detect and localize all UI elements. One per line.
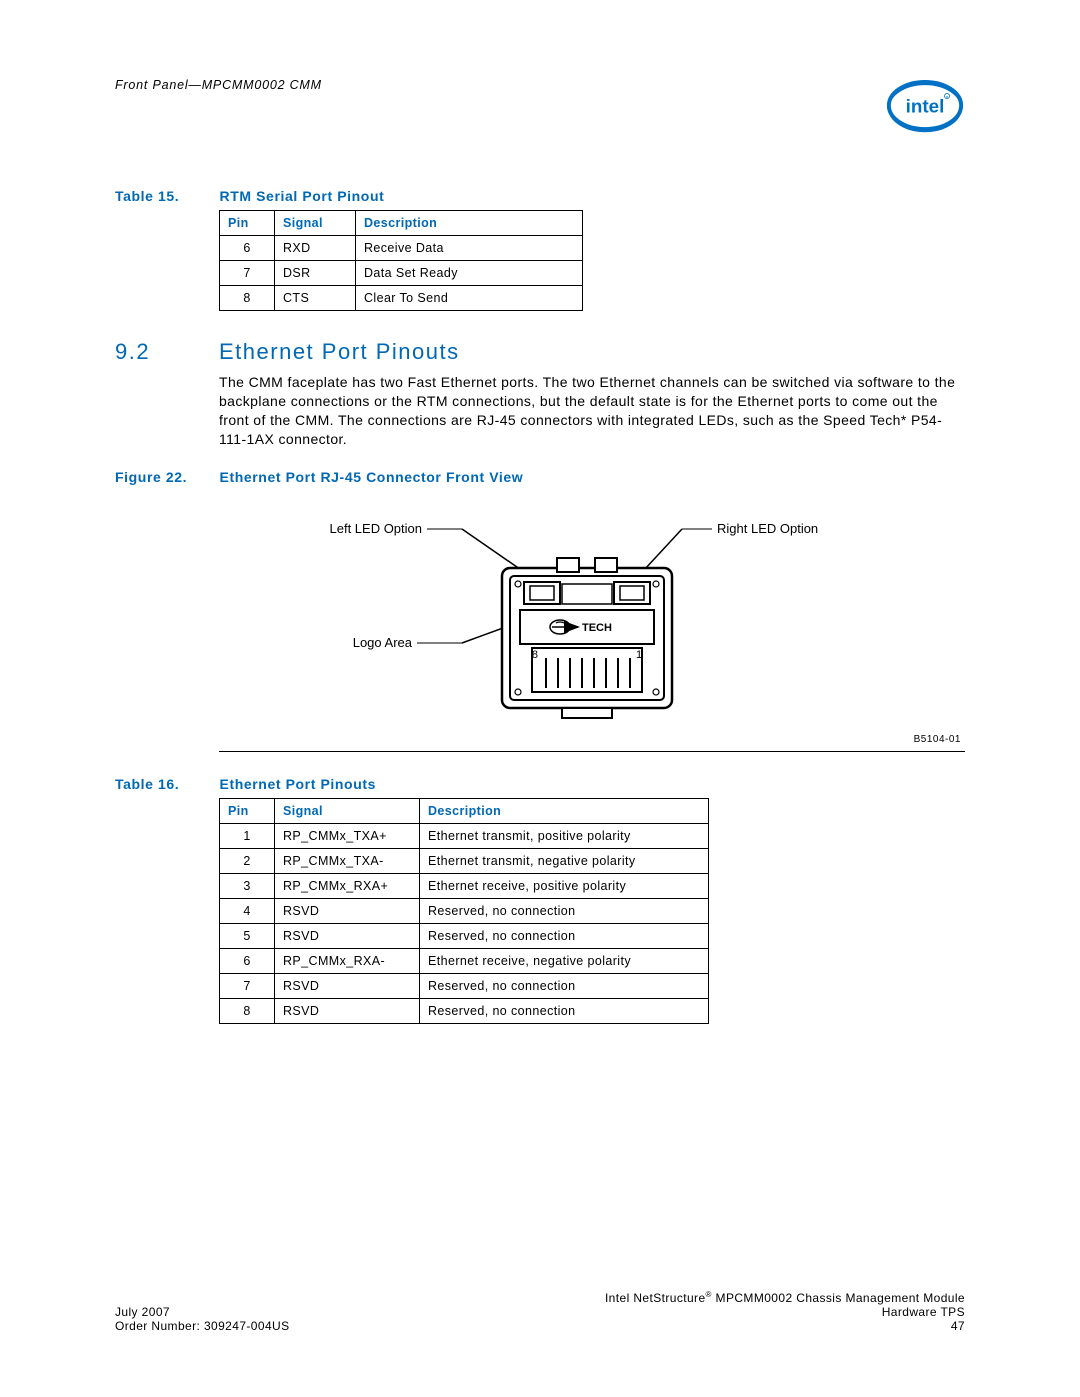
page-footer: Intel NetStructure® MPCMM0002 Chassis Ma…: [115, 1290, 965, 1333]
fig-left-led-label: Left LED Option: [330, 521, 423, 536]
table16-caption: Table 16. Ethernet Port Pinouts: [115, 776, 965, 792]
cell-signal: CTS: [275, 286, 356, 311]
footer-doc: Hardware TPS: [882, 1305, 965, 1319]
cell-pin: 5: [220, 923, 275, 948]
figure22: Left LED Option Right LED Option Logo Ar…: [219, 497, 965, 752]
cell-signal: RSVD: [275, 998, 420, 1023]
table-row: 6RXDReceive Data: [220, 236, 583, 261]
fig-tech-label: TECH: [582, 622, 612, 634]
fig-right-led-label: Right LED Option: [717, 521, 818, 536]
cell-desc: Receive Data: [356, 236, 583, 261]
table16-title: Ethernet Port Pinouts: [220, 776, 377, 792]
cell-desc: Ethernet transmit, positive polarity: [420, 823, 709, 848]
table-row: 2RP_CMMx_TXA-Ethernet transmit, negative…: [220, 848, 709, 873]
figure22-label: Figure 22.: [115, 469, 215, 485]
cell-signal: RP_CMMx_RXA-: [275, 948, 420, 973]
table-row: 7RSVDReserved, no connection: [220, 973, 709, 998]
cell-signal: RP_CMMx_RXA+: [275, 873, 420, 898]
fig-logo-label: Logo Area: [353, 635, 413, 650]
cell-signal: RSVD: [275, 923, 420, 948]
intel-logo: intel R: [885, 78, 965, 138]
cell-desc: Data Set Ready: [356, 261, 583, 286]
table-row: 5RSVDReserved, no connection: [220, 923, 709, 948]
cell-pin: 7: [220, 973, 275, 998]
footer-page: 47: [951, 1319, 965, 1333]
table-row: 8CTSClear To Send: [220, 286, 583, 311]
cell-pin: 6: [220, 948, 275, 973]
cell-signal: RSVD: [275, 973, 420, 998]
table15-caption: Table 15. RTM Serial Port Pinout: [115, 188, 965, 204]
section-title: Ethernet Port Pinouts: [219, 339, 460, 365]
figure22-title: Ethernet Port RJ-45 Connector Front View: [220, 469, 524, 485]
table-row: 6RP_CMMx_RXA-Ethernet receive, negative …: [220, 948, 709, 973]
table16-h-pin: Pin: [220, 798, 275, 823]
cell-pin: 1: [220, 823, 275, 848]
svg-text:intel: intel: [906, 96, 945, 117]
cell-desc: Reserved, no connection: [420, 923, 709, 948]
cell-desc: Clear To Send: [356, 286, 583, 311]
footer-order: Order Number: 309247-004US: [115, 1319, 290, 1333]
table-row: 3RP_CMMx_RXA+Ethernet receive, positive …: [220, 873, 709, 898]
cell-pin: 4: [220, 898, 275, 923]
section-number: 9.2: [115, 339, 219, 365]
fig-pin1: 1: [636, 649, 642, 661]
table16-label: Table 16.: [115, 776, 215, 792]
cell-pin: 3: [220, 873, 275, 898]
cell-pin: 7: [220, 261, 275, 286]
section-heading: 9.2 Ethernet Port Pinouts: [115, 339, 965, 365]
cell-signal: RXD: [275, 236, 356, 261]
cell-desc: Reserved, no connection: [420, 998, 709, 1023]
footer-date: July 2007: [115, 1305, 170, 1319]
footer-product: Intel NetStructure® MPCMM0002 Chassis Ma…: [605, 1290, 965, 1305]
cell-desc: Ethernet receive, negative polarity: [420, 948, 709, 973]
cell-pin: 2: [220, 848, 275, 873]
cell-desc: Ethernet receive, positive polarity: [420, 873, 709, 898]
table16-h-desc: Description: [420, 798, 709, 823]
cell-signal: RP_CMMx_TXA+: [275, 823, 420, 848]
cell-signal: RP_CMMx_TXA-: [275, 848, 420, 873]
table15-h-desc: Description: [356, 211, 583, 236]
svg-text:R: R: [946, 95, 949, 99]
table-row: 7DSRData Set Ready: [220, 261, 583, 286]
table-row: 8RSVDReserved, no connection: [220, 998, 709, 1023]
running-head: Front Panel—MPCMM0002 CMM: [115, 78, 322, 92]
figure22-caption: Figure 22. Ethernet Port RJ-45 Connector…: [115, 469, 965, 485]
section-body: The CMM faceplate has two Fast Ethernet …: [219, 373, 965, 449]
table-row: 1RP_CMMx_TXA+Ethernet transmit, positive…: [220, 823, 709, 848]
cell-desc: Ethernet transmit, negative polarity: [420, 848, 709, 873]
cell-pin: 8: [220, 998, 275, 1023]
cell-signal: DSR: [275, 261, 356, 286]
cell-pin: 8: [220, 286, 275, 311]
table15-h-pin: Pin: [220, 211, 275, 236]
table-row: 4RSVDReserved, no connection: [220, 898, 709, 923]
cell-desc: Reserved, no connection: [420, 973, 709, 998]
cell-pin: 6: [220, 236, 275, 261]
table15-label: Table 15.: [115, 188, 215, 204]
table15: Pin Signal Description 6RXDReceive Data7…: [219, 210, 583, 311]
fig-pin8: 8: [532, 649, 538, 661]
table15-h-signal: Signal: [275, 211, 356, 236]
cell-signal: RSVD: [275, 898, 420, 923]
figure22-code: B5104-01: [914, 734, 961, 745]
table16: Pin Signal Description 1RP_CMMx_TXA+Ethe…: [219, 798, 709, 1024]
table16-h-signal: Signal: [275, 798, 420, 823]
cell-desc: Reserved, no connection: [420, 898, 709, 923]
table15-title: RTM Serial Port Pinout: [220, 188, 385, 204]
